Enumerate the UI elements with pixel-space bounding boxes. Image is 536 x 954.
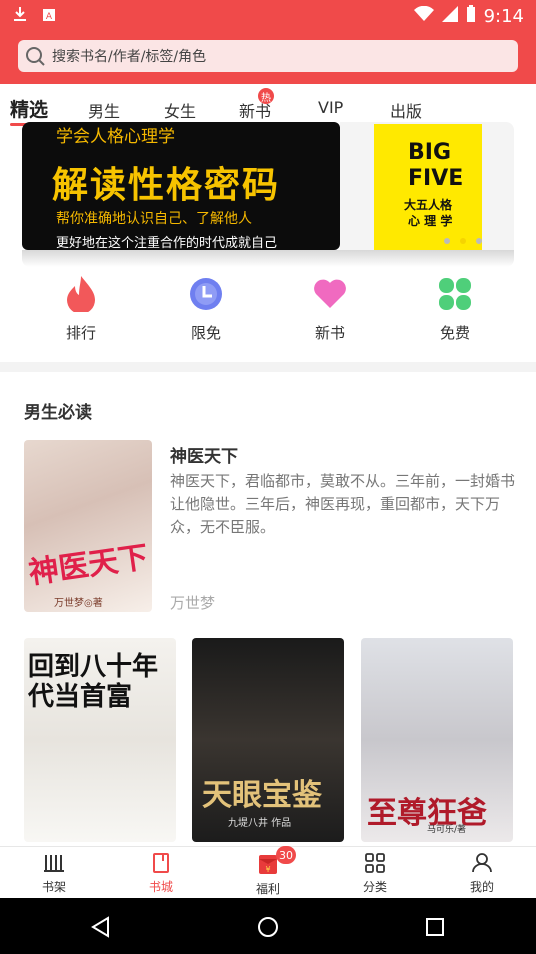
bookstore-icon bbox=[153, 853, 169, 873]
nav-label: 书架 bbox=[41, 880, 66, 894]
quick-link-free[interactable]: 免费 bbox=[415, 274, 495, 343]
book-cover-author: 九堤八井 作品 bbox=[228, 818, 292, 829]
section-title: 男生必读 bbox=[24, 403, 92, 423]
banner-subtitle: 学会人格心理学 bbox=[56, 127, 175, 147]
svg-text:A: A bbox=[46, 12, 53, 22]
big-five-book-cover: BIG FIVE 大五人格 心 理 学 bbox=[374, 124, 482, 250]
search-placeholder: 搜索书名/作者/标签/角色 bbox=[52, 49, 207, 65]
nav-label: 福利 bbox=[255, 882, 280, 896]
app-notification-icon: A bbox=[42, 7, 56, 26]
download-icon bbox=[12, 6, 28, 26]
banner-main-slide[interactable]: 学会人格心理学 解读性格密码 帮你准确地认识自己、了解他人 更好地在这个注重合作… bbox=[22, 122, 340, 250]
search-header: 搜索书名/作者/标签/角色 bbox=[0, 32, 536, 84]
book-cover[interactable]: 回到八十年代当首富 bbox=[24, 638, 176, 842]
search-input[interactable]: 搜索书名/作者/标签/角色 bbox=[18, 40, 518, 72]
tab-male[interactable]: 男生 bbox=[88, 98, 120, 122]
book-cover[interactable]: 天眼宝鉴 九堤八井 作品 bbox=[192, 638, 344, 842]
welfare-count-badge: 30 bbox=[276, 846, 296, 864]
clock-time: 9:14 bbox=[483, 5, 524, 27]
hot-badge: 热 bbox=[258, 88, 274, 104]
quick-link-label: 排行 bbox=[65, 324, 96, 342]
featured-cover-author: 万世梦◎著 bbox=[54, 598, 103, 609]
quick-link-limited-free[interactable]: 限免 bbox=[166, 274, 246, 343]
bookshelf-icon bbox=[44, 855, 64, 872]
nav-profile[interactable]: 我的 bbox=[452, 853, 512, 895]
signal-icon bbox=[441, 5, 458, 27]
quick-link-label: 免费 bbox=[439, 324, 470, 342]
tab-female[interactable]: 女生 bbox=[164, 98, 196, 122]
section-divider bbox=[0, 362, 536, 372]
home-icon[interactable] bbox=[256, 915, 280, 939]
featured-cover-title: 神医天下 bbox=[26, 539, 151, 592]
quick-link-new-books[interactable]: 新书 bbox=[290, 274, 370, 343]
tab-publishing[interactable]: 出版 bbox=[390, 98, 422, 122]
big-five-line-1: BIG bbox=[408, 140, 452, 165]
nav-label: 书城 bbox=[148, 880, 173, 894]
quick-link-label: 限免 bbox=[190, 324, 221, 342]
big-five-line-2: FIVE bbox=[408, 166, 464, 191]
banner-book-preview[interactable]: BIG FIVE 大五人格 心 理 学 bbox=[340, 122, 514, 252]
book-cover-title: 回到八十年代当首富 bbox=[28, 652, 159, 712]
quick-links: 排行 限免 新书 免费 bbox=[0, 270, 536, 362]
big-five-cn-2: 心 理 学 bbox=[408, 214, 453, 228]
tab-vip[interactable]: VIP bbox=[318, 98, 343, 117]
search-icon bbox=[26, 47, 45, 66]
carousel-dot bbox=[476, 238, 482, 244]
banner-line-2: 更好地在这个注重合作的时代成就自己 bbox=[56, 236, 278, 250]
nav-label: 我的 bbox=[469, 880, 494, 894]
svg-text:¥: ¥ bbox=[265, 865, 270, 874]
book-cover-author: 马可乐/著 bbox=[427, 825, 467, 835]
quick-link-label: 新书 bbox=[314, 324, 345, 342]
battery-icon bbox=[466, 4, 476, 28]
nav-label: 分类 bbox=[362, 880, 387, 894]
banner-line-1: 帮你准确地认识自己、了解他人 bbox=[56, 211, 252, 227]
featured-book-description: 神医天下，君临都市，莫敢不从。三年前，一封婚书让他隐世。三年后，神医再现，重回都… bbox=[170, 472, 516, 536]
nav-bookstore[interactable]: 书城 bbox=[131, 853, 191, 895]
flame-icon bbox=[67, 276, 95, 314]
big-five-cn-1: 大五人格 bbox=[404, 198, 453, 212]
clock-icon bbox=[190, 278, 222, 310]
category-grid-icon bbox=[365, 853, 385, 873]
nav-bookshelf[interactable]: 书架 bbox=[24, 853, 84, 895]
recent-apps-icon[interactable] bbox=[424, 916, 446, 938]
carousel-dot bbox=[444, 238, 450, 244]
system-navigation-bar bbox=[0, 898, 536, 954]
profile-icon bbox=[472, 853, 492, 873]
featured-book-author: 万世梦 bbox=[170, 594, 216, 612]
featured-book-title[interactable]: 神医天下 bbox=[170, 442, 238, 467]
nav-categories[interactable]: 分类 bbox=[345, 853, 405, 895]
banner-shadow bbox=[22, 250, 514, 267]
carousel-dot-active bbox=[460, 238, 466, 244]
tab-featured[interactable]: 精选 bbox=[10, 95, 49, 126]
bottom-navigation: 书架 书城 ¥ 福利 分类 我的 bbox=[0, 846, 536, 898]
status-bar: A 9:14 bbox=[0, 0, 536, 32]
featured-book-cover[interactable]: 神医天下 万世梦◎著 bbox=[24, 440, 152, 612]
banner-title: 解读性格密码 bbox=[52, 165, 281, 206]
back-icon[interactable] bbox=[90, 916, 112, 938]
promo-banner[interactable]: 学会人格心理学 解读性格密码 帮你准确地认识自己、了解他人 更好地在这个注重合作… bbox=[22, 122, 514, 267]
book-cover[interactable]: 至尊狂爸 马可乐/著 bbox=[361, 638, 513, 842]
wifi-icon bbox=[413, 5, 434, 27]
heart-icon bbox=[314, 279, 346, 308]
quick-link-ranking[interactable]: 排行 bbox=[41, 274, 121, 343]
clover-icon bbox=[439, 278, 471, 310]
book-cover-title: 天眼宝鉴 bbox=[202, 778, 322, 813]
